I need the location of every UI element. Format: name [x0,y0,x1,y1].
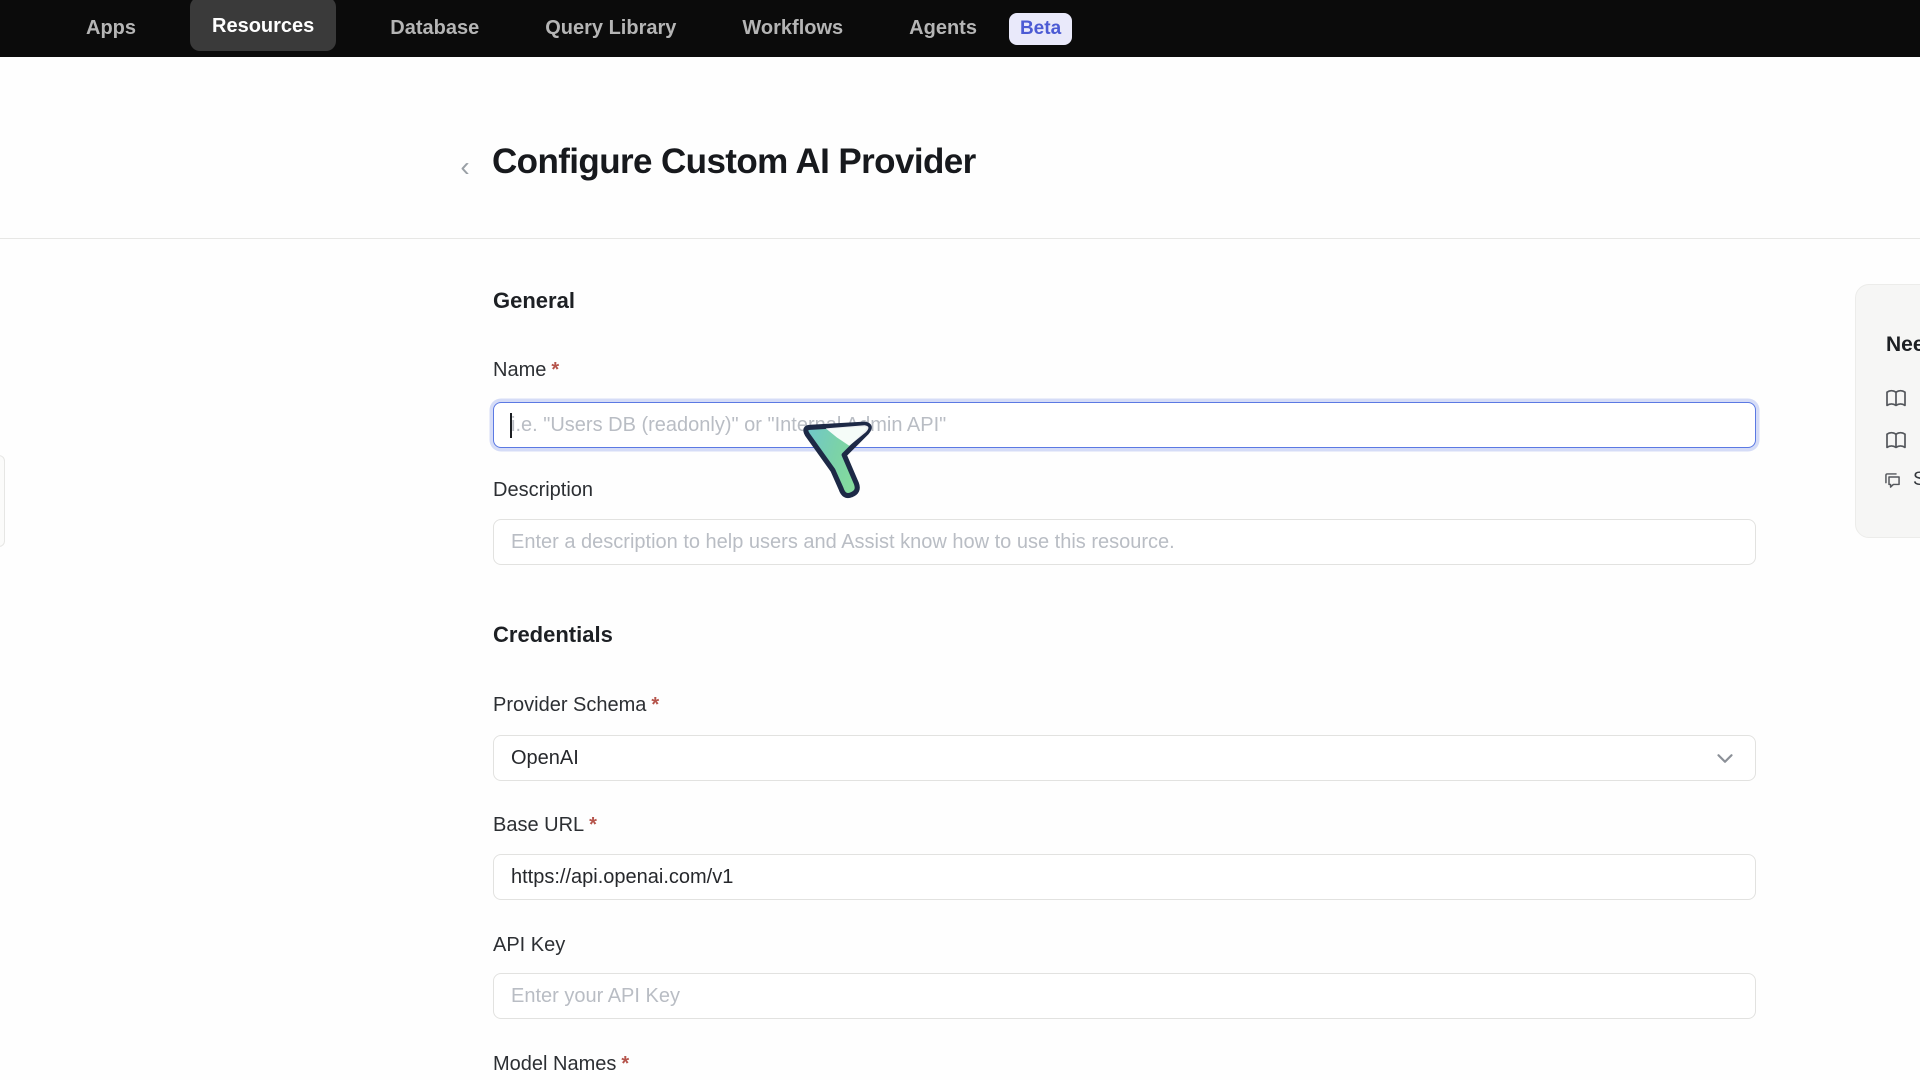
help-panel: Nee S [1855,284,1920,538]
open-book-icon [1884,429,1908,453]
description-field-label: Description [493,479,593,502]
help-link-docs-2[interactable] [1884,429,1908,453]
model-names-label-text: Model Names [493,1053,616,1075]
name-input[interactable] [493,402,1756,448]
section-heading-general: General [493,288,575,314]
header-divider [0,238,1920,239]
nav-tab-resources[interactable]: Resources [190,0,336,51]
provider-schema-value: OpenAI [511,747,579,770]
nav-tab-workflows[interactable]: Workflows [730,11,855,46]
top-nav: Apps Resources Database Query Library Wo… [0,0,1920,57]
left-peek-card-edge [0,455,5,547]
nav-tab-query-library[interactable]: Query Library [533,11,688,46]
page-title: Configure Custom AI Provider [492,142,976,182]
base-url-input[interactable] [493,854,1756,900]
help-support-label: S [1913,469,1920,491]
provider-schema-field-label: Provider Schema* [493,694,659,717]
description-input[interactable] [493,519,1756,565]
required-asterisk: * [651,694,659,716]
nav-tab-apps[interactable]: Apps [74,11,148,46]
required-asterisk: * [551,359,559,381]
chevron-down-icon [1712,745,1738,771]
open-book-icon [1884,387,1908,411]
mouse-cursor [797,414,879,504]
name-label-text: Name [493,359,546,381]
text-caret [510,413,512,438]
chat-bubbles-icon [1882,470,1903,491]
provider-schema-label-text: Provider Schema [493,694,646,716]
help-link-docs-1[interactable] [1884,387,1908,411]
section-heading-credentials: Credentials [493,622,613,648]
base-url-label-text: Base URL [493,814,584,836]
required-asterisk: * [589,814,597,836]
api-key-field-label: API Key [493,934,565,957]
help-link-support[interactable]: S [1882,469,1920,491]
required-asterisk: * [621,1053,629,1075]
api-key-input[interactable] [493,973,1756,1019]
provider-schema-select[interactable]: OpenAI [493,735,1756,781]
base-url-field-label: Base URL* [493,814,597,837]
model-names-field-label: Model Names* [493,1053,629,1076]
back-button[interactable]: ‹ [450,150,480,184]
help-panel-title: Nee [1886,333,1920,357]
chevron-left-icon: ‹ [460,151,469,182]
nav-tab-agents[interactable]: Agents [897,11,989,46]
app-window: Apps Resources Database Query Library Wo… [0,0,1920,1080]
name-field-label: Name* [493,359,559,382]
nav-tab-database[interactable]: Database [378,11,491,46]
beta-badge[interactable]: Beta [1009,13,1072,45]
